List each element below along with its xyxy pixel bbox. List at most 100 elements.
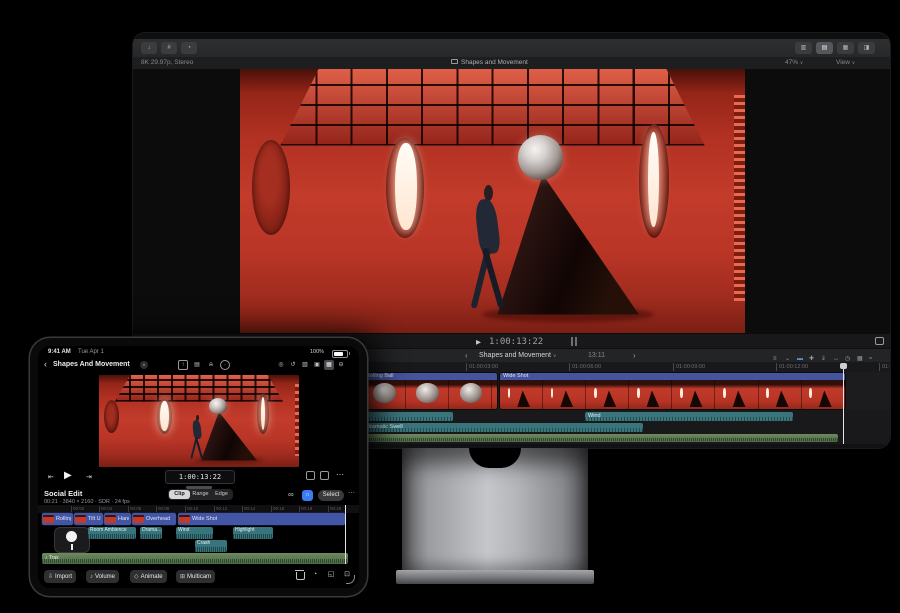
- background-tasks-button[interactable]: ◔: [181, 42, 197, 54]
- playhead-knob[interactable]: [840, 363, 847, 369]
- audio-clip-highlight[interactable]: Highlight: [233, 527, 273, 539]
- import-media-button[interactable]: ↓: [141, 42, 157, 54]
- audio-meter-icon[interactable]: [320, 471, 329, 480]
- audio-clip-drama[interactable]: Drama…: [140, 527, 162, 539]
- mode-edge[interactable]: Edge: [211, 490, 232, 499]
- inspector-toggle-icon[interactable]: ◨: [858, 42, 875, 54]
- animate-button[interactable]: ◇Animate: [130, 570, 167, 583]
- scene-ceiling-grid: [280, 69, 704, 146]
- snapping-icon[interactable]: ∩: [302, 490, 313, 501]
- trash-icon[interactable]: [296, 572, 305, 580]
- jog-wheel-icon[interactable]: ◎: [276, 360, 286, 370]
- link-clips-icon[interactable]: ∞: [288, 490, 294, 499]
- view-dropdown[interactable]: View ∨: [836, 57, 855, 69]
- play-icon[interactable]: ▶: [476, 338, 481, 346]
- ipad-timeline-ruler[interactable]: 00:02 00:04 00:06 00:08 00:10 00:12 00:1…: [38, 505, 359, 513]
- ipad-timeline-project-name: Social Edit: [44, 489, 82, 498]
- select-button[interactable]: Select: [318, 490, 344, 501]
- clip-overhead[interactable]: Overhead: [132, 513, 176, 525]
- browser-toggle-icon[interactable]: ▥: [795, 42, 812, 54]
- timecode-display[interactable]: 1:00:13:22: [489, 337, 543, 347]
- audio-meter-icon: [575, 337, 577, 346]
- photos-icon[interactable]: ▣: [312, 360, 322, 370]
- more-icon[interactable]: ⋯: [336, 470, 344, 479]
- display-options-icon[interactable]: ▧: [300, 360, 310, 370]
- play-icon[interactable]: ▶: [64, 470, 72, 481]
- scene-dancer: [465, 185, 510, 309]
- mode-range[interactable]: Range: [190, 490, 211, 499]
- clip-wide-shot[interactable]: Wide Shot: [178, 513, 345, 525]
- audio-clip-wind[interactable]: Wind: [585, 412, 793, 421]
- battery-icon: [332, 350, 348, 358]
- timecode-display[interactable]: 1:00:13:22: [165, 470, 235, 484]
- ruler-tick: 01:00:09:00: [673, 363, 705, 371]
- hide-interface-icon[interactable]: ⊖: [336, 360, 346, 370]
- scene-light-slit-right: [261, 397, 265, 430]
- video-frame: [99, 375, 299, 467]
- mode-clip[interactable]: Clip: [169, 490, 190, 499]
- scene-sphere: [209, 398, 227, 414]
- undo-icon[interactable]: ↺: [288, 360, 298, 370]
- clip-tilt-up[interactable]: Tilt Up: [74, 513, 103, 525]
- chevron-down-icon: ∨: [852, 60, 855, 65]
- scene-panel-strip: [734, 95, 745, 301]
- project-back-icon[interactable]: ‹: [465, 349, 468, 363]
- status-date: Tue Apr 1: [78, 349, 104, 355]
- scene-pyramid: [201, 412, 257, 461]
- title-menu-icon[interactable]: ∨: [140, 361, 148, 369]
- audio-clip-wind[interactable]: Wind: [176, 527, 213, 539]
- volume-button[interactable]: ♪Volume: [86, 570, 119, 583]
- ruler-tick: 00:08: [156, 506, 169, 512]
- resize-corner-icon[interactable]: [346, 575, 355, 584]
- project-icon: [451, 59, 458, 64]
- timeline-toggle-icon[interactable]: ▤: [816, 42, 833, 54]
- edit-mode-segmented-control[interactable]: Clip Range Edge: [168, 489, 233, 500]
- ipad-project-title[interactable]: Shapes And Movement: [53, 361, 130, 368]
- audio-clip-dramatic-swell[interactable]: Dramatic Swell: [363, 423, 643, 432]
- stand-foot: [396, 570, 594, 584]
- audio-meters-toggle-icon[interactable]: ▦: [837, 42, 854, 54]
- clip-hands[interactable]: Hands: [104, 513, 131, 525]
- playhead[interactable]: [843, 363, 844, 444]
- status-time: 9:41 AM: [48, 349, 71, 355]
- import-button[interactable]: ⇩Import: [44, 570, 76, 583]
- project-title: Shapes and Movement: [451, 57, 528, 69]
- fullscreen-icon[interactable]: [875, 337, 884, 345]
- share-icon[interactable]: ↑: [178, 360, 188, 370]
- audio-clip-crash[interactable]: Crash: [195, 540, 227, 552]
- multicam-icon: ⊞: [180, 573, 185, 580]
- skip-back-icon[interactable]: ⇤: [48, 473, 54, 481]
- timer-icon[interactable]: ·: [220, 360, 230, 370]
- battery-percent: 100%: [310, 349, 324, 355]
- media-browser-icon[interactable]: ▤: [192, 360, 202, 370]
- scene-panel-strip: [295, 384, 299, 456]
- more-icon[interactable]: ⋯: [348, 489, 355, 497]
- mic-icon[interactable]: ⍾: [206, 360, 216, 370]
- back-icon[interactable]: ‹: [44, 359, 47, 369]
- clip-rolling-ball[interactable]: Rolling Ball: [42, 513, 73, 525]
- skip-forward-icon[interactable]: ⇥: [86, 473, 92, 481]
- scene-arch-left: [104, 400, 119, 433]
- timeline-clip-wide-shot[interactable]: Wide Shot: [500, 373, 845, 409]
- keyword-editor-button[interactable]: #: [161, 42, 177, 54]
- viewer-quality-icon[interactable]: [306, 471, 315, 480]
- music-track[interactable]: [363, 434, 838, 442]
- timeline-clip-rolling-ball[interactable]: Rolling Ball: [363, 373, 497, 409]
- playhead-puck-circle: [66, 531, 77, 542]
- audio-clip[interactable]: [363, 412, 453, 421]
- zoom-level-dropdown[interactable]: 47% ∨: [785, 57, 803, 69]
- audio-clip-room-ambience[interactable]: Room Ambience: [88, 527, 136, 539]
- chevron-down-icon: ∨: [800, 60, 803, 65]
- speed-icon[interactable]: ◔: [310, 570, 320, 580]
- ipad-screen: 9:41 AM Tue Apr 1 100% ‹ Shapes And Move…: [38, 346, 359, 588]
- playhead-handle[interactable]: [54, 527, 90, 553]
- timeline-project-name[interactable]: Shapes and Movement ∨: [479, 349, 556, 363]
- music-track[interactable]: ♪ Trax: [42, 553, 348, 564]
- desk-scene: ↓ # ◔ ▥ ▤ ▦ ◨ 8K 29.97p, Stereo Shapes a…: [0, 0, 900, 613]
- multicam-button[interactable]: ⊞Multicam: [176, 570, 215, 583]
- picture-in-picture-icon[interactable]: ◱: [326, 570, 336, 580]
- ruler-tick: 00:02: [71, 506, 84, 512]
- project-forward-icon[interactable]: ›: [633, 349, 636, 363]
- panels-icon[interactable]: ▦: [324, 360, 334, 370]
- playhead[interactable]: [345, 505, 346, 564]
